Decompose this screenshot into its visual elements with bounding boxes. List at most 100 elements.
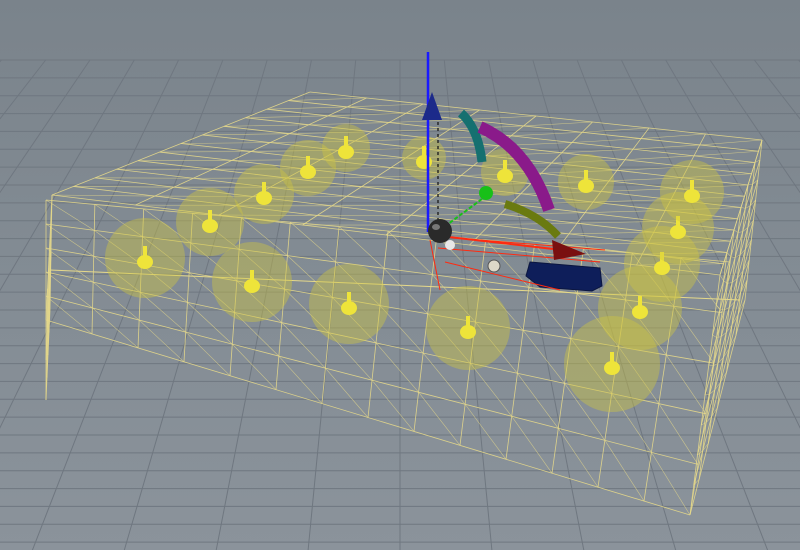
wire-front — [383, 268, 428, 315]
wire-side — [740, 207, 746, 209]
light-source[interactable] — [402, 136, 446, 180]
bulb-stem — [584, 170, 588, 180]
wire-front — [45, 199, 95, 231]
wire-top — [489, 222, 578, 225]
bulb-glass — [460, 325, 476, 339]
bulb-glass — [341, 301, 357, 315]
wire-top — [347, 103, 424, 108]
bulb-glass — [684, 189, 700, 203]
bulb-stem — [466, 316, 470, 326]
bulb-stem — [347, 292, 351, 302]
wire-top — [632, 144, 700, 150]
wire-side — [712, 334, 717, 338]
bulb-glass — [578, 179, 594, 193]
grid-line — [0, 59, 135, 292]
3d-viewport[interactable] — [0, 0, 800, 550]
bulb-stem — [503, 160, 507, 170]
wire-top — [693, 150, 759, 157]
bulb-stem — [344, 136, 348, 146]
wire-top — [523, 121, 593, 127]
bulb-glass — [604, 361, 620, 375]
wire-side — [716, 336, 722, 338]
bulb-stem — [262, 182, 266, 192]
wire-front — [651, 452, 691, 516]
wire-side — [708, 364, 714, 367]
wire-top — [405, 109, 480, 114]
bulb-glass — [256, 191, 272, 205]
wire-top — [640, 133, 706, 139]
wire-top — [266, 106, 348, 110]
wire-front — [418, 392, 461, 446]
y-handle-icon[interactable] — [479, 186, 493, 200]
light-source[interactable] — [558, 154, 614, 210]
bulb-stem — [306, 156, 310, 166]
wire-front — [528, 287, 572, 339]
grid-line — [753, 59, 800, 120]
grid-line — [0, 59, 91, 194]
bulb-glass — [137, 255, 153, 269]
bulb-glass — [338, 145, 354, 159]
grid-line — [0, 59, 180, 429]
selected-mesh[interactable] — [525, 261, 603, 292]
pivot-marker — [445, 240, 455, 250]
bulb-stem — [143, 246, 147, 256]
light-source[interactable] — [426, 286, 510, 370]
bulb-glass — [654, 261, 670, 275]
grid-line — [0, 59, 47, 120]
wire-top — [699, 139, 763, 146]
grid-line — [665, 59, 800, 292]
bulb-stem — [638, 296, 642, 306]
wire-top — [245, 115, 329, 119]
wire-top — [51, 194, 155, 197]
light-source[interactable] — [660, 160, 724, 224]
wire-top — [223, 124, 309, 127]
bulb-stem — [610, 352, 614, 362]
wire-top — [410, 213, 501, 216]
wire-top — [346, 195, 437, 197]
bulb-glass — [244, 279, 260, 293]
wire-front — [138, 319, 185, 363]
light-source[interactable] — [309, 264, 389, 344]
bulb-stem — [250, 270, 254, 280]
wire-front — [464, 404, 507, 460]
wire-side — [727, 282, 733, 284]
bulb-glass — [202, 219, 218, 233]
wire-front — [325, 367, 369, 418]
light-source[interactable] — [176, 188, 244, 256]
gizmo-center-highlight — [432, 224, 440, 230]
bulb-glass — [670, 225, 686, 239]
wire-front — [338, 226, 385, 269]
bulb-glass — [497, 169, 513, 183]
light-source[interactable] — [212, 242, 292, 322]
camera-bone-icon[interactable] — [487, 259, 501, 273]
bulb-glass — [632, 305, 648, 319]
gizmo-center-handle[interactable] — [428, 219, 452, 243]
viewport-scene[interactable] — [0, 0, 800, 550]
wire-side — [716, 304, 721, 310]
wire-top — [423, 203, 511, 206]
wire-side — [738, 231, 743, 233]
selected-object[interactable] — [429, 237, 606, 292]
bulb-glass — [416, 155, 432, 169]
wire-top — [331, 204, 424, 207]
wire-side — [733, 229, 739, 233]
light-source[interactable] — [105, 218, 185, 298]
wire-front — [91, 204, 96, 334]
x-arrow-icon[interactable] — [552, 240, 586, 260]
wire-side — [719, 274, 724, 281]
light-source[interactable] — [322, 124, 370, 172]
wire-top — [288, 97, 367, 101]
wire-front — [45, 223, 94, 257]
wire-top — [73, 186, 175, 188]
wire-top — [624, 155, 695, 161]
wire-top — [510, 131, 583, 137]
bulb-stem — [208, 210, 212, 220]
grid-line — [0, 59, 2, 63]
wire-top — [571, 138, 642, 143]
bulb-stem — [690, 180, 694, 190]
bulb-stem — [422, 146, 426, 156]
bulb-glass — [300, 165, 316, 179]
wire-top — [361, 185, 449, 187]
grid-line — [31, 59, 224, 550]
wire-front — [371, 380, 415, 432]
